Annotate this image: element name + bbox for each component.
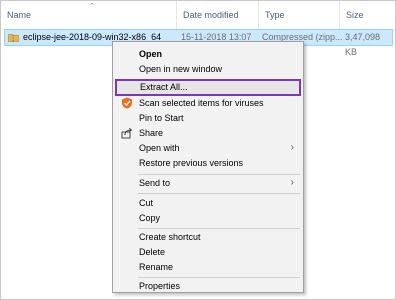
- menu-item-share[interactable]: Share: [114, 126, 302, 140]
- menu-item-properties-label: Properties: [139, 281, 181, 291]
- menu-separator: [138, 277, 300, 278]
- menu-item-rename[interactable]: Rename: [114, 260, 302, 274]
- menu-item-open-label: Open: [139, 49, 163, 59]
- menu-item-cut-label: Cut: [139, 198, 154, 208]
- menu-item-share-label: Share: [139, 128, 164, 138]
- column-header-date-modified[interactable]: Date modified: [177, 1, 259, 29]
- menu-item-send-to[interactable]: Send to ›: [114, 176, 302, 190]
- menu-item-open-new-window[interactable]: Open in new window: [114, 62, 302, 76]
- chevron-right-icon: ›: [290, 177, 294, 188]
- menu-item-open-with-label: Open with: [139, 143, 180, 153]
- zip-folder-icon: [8, 34, 19, 42]
- menu-separator: [138, 228, 300, 229]
- context-menu: Open Open in new window Extract All... S…: [112, 41, 304, 293]
- menu-item-pin-to-start[interactable]: Pin to Start: [114, 111, 302, 125]
- column-header-bar: Name ⌃ Date modified Type Size: [1, 1, 395, 29]
- menu-item-delete-label: Delete: [139, 247, 166, 257]
- menu-separator: [138, 174, 300, 175]
- menu-item-open-with[interactable]: Open with ›: [114, 141, 302, 155]
- column-header-size[interactable]: Size: [340, 1, 395, 29]
- file-size: 3,47,098 KB: [345, 32, 381, 57]
- menu-item-extract-all-label: Extract All...: [140, 82, 188, 92]
- share-icon: [121, 127, 133, 139]
- menu-item-restore-versions-label: Restore previous versions: [139, 158, 244, 168]
- menu-item-open-new-window-label: Open in new window: [139, 64, 223, 74]
- menu-item-copy-label: Copy: [139, 213, 161, 223]
- chevron-right-icon: ›: [290, 142, 294, 153]
- menu-item-delete[interactable]: Delete: [114, 245, 302, 259]
- sort-ascending-icon: ⌃: [89, 3, 95, 10]
- column-size-label: Size: [346, 10, 364, 20]
- menu-item-create-shortcut-label: Create shortcut: [139, 232, 201, 242]
- menu-item-pin-to-start-label: Pin to Start: [139, 113, 184, 123]
- column-date-label: Date modified: [183, 10, 239, 20]
- menu-item-extract-all[interactable]: Extract All...: [115, 79, 301, 96]
- menu-separator: [138, 193, 300, 194]
- column-header-type[interactable]: Type: [259, 1, 340, 29]
- menu-item-copy[interactable]: Copy: [114, 211, 302, 225]
- antivirus-shield-icon: [122, 97, 132, 109]
- column-type-label: Type: [265, 10, 285, 20]
- menu-item-properties[interactable]: Properties: [114, 279, 302, 293]
- menu-item-restore-versions[interactable]: Restore previous versions: [114, 156, 302, 170]
- menu-item-send-to-label: Send to: [139, 178, 171, 188]
- menu-item-open[interactable]: Open: [114, 47, 302, 61]
- column-name-label: Name: [7, 10, 32, 20]
- menu-item-cut[interactable]: Cut: [114, 196, 302, 210]
- menu-item-scan-viruses-label: Scan selected items for viruses: [139, 98, 264, 108]
- menu-item-scan-viruses[interactable]: Scan selected items for viruses: [114, 96, 302, 110]
- menu-item-rename-label: Rename: [139, 262, 174, 272]
- file-explorer-window: Name ⌃ Date modified Type Size eclipse-j…: [0, 0, 396, 300]
- menu-item-create-shortcut[interactable]: Create shortcut: [114, 230, 302, 244]
